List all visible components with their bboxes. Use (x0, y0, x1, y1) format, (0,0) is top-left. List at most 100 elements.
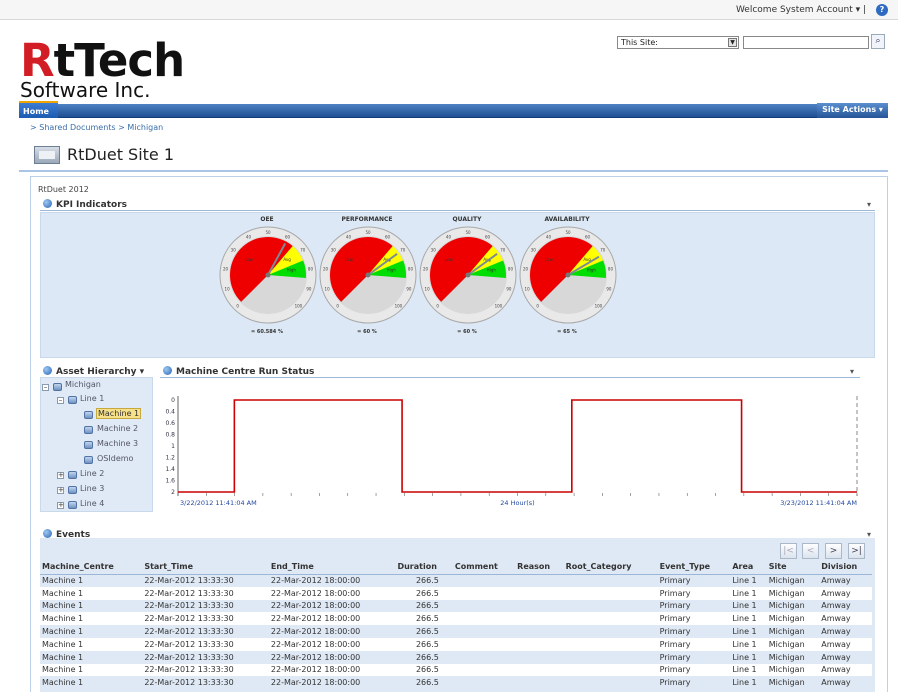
site-actions-menu[interactable]: Site Actions ▾ (817, 103, 888, 118)
database-icon (68, 396, 77, 404)
table-cell (452, 612, 516, 626)
tree-collapse-line1[interactable]: – (57, 397, 64, 404)
x-axis-label: 3/22/2012 11:41:04 AM (180, 499, 257, 507)
table-cell (564, 625, 658, 638)
table-row[interactable]: Machine 1 22-Mar-2012 13:33:30 22-Mar-2012… (40, 600, 872, 613)
table-row[interactable]: Machine 1 22-Mar-2012 13:33:30 22-Mar-2012… (40, 663, 872, 677)
column-header[interactable]: Start_Time (142, 560, 269, 575)
gauge-zone-label: Low (445, 257, 454, 262)
tree-node-osidemo[interactable]: OSIdemo (97, 454, 133, 463)
table-cell (563, 586, 658, 600)
gauge-tick-label: 40 (346, 235, 352, 240)
gauge-tick-label: 80 (608, 266, 614, 271)
tree-expand-line2[interactable]: + (57, 472, 64, 479)
table-cell (564, 600, 658, 613)
gauge-tick-label: 10 (225, 286, 231, 291)
gauge-hub (465, 272, 471, 278)
column-header[interactable]: Event_Type (657, 560, 731, 575)
table-cell: 266.5 (395, 612, 453, 626)
gauge-tick-label: 40 (246, 235, 252, 240)
tree-node-machine-1[interactable]: Machine 1 (96, 408, 142, 419)
tree-expand-line4[interactable]: + (57, 502, 64, 509)
y-tick-label: 1 (171, 443, 175, 450)
table-cell: Machine 1 (42, 627, 84, 637)
column-header[interactable]: Duration (395, 560, 453, 575)
table-cell: 22-Mar-2012 18:00:00 (270, 678, 361, 688)
table-row[interactable]: Machine 1 22-Mar-2012 13:33:30 22-Mar-2012… (40, 625, 872, 638)
run-status-menu[interactable]: ▾ (850, 367, 854, 376)
asset-tree-menu[interactable]: ▾ (140, 367, 145, 377)
gauge-tick-label: 30 (531, 248, 537, 253)
table-cell: Line 1 (730, 586, 767, 600)
tree-node-line2[interactable]: Line 2 (80, 469, 104, 478)
column-header[interactable]: End_Time (268, 560, 396, 575)
gauge-tick-label: 100 (595, 303, 603, 308)
column-header[interactable]: Area (730, 560, 767, 575)
table-cell: Michigan (766, 663, 820, 677)
table-cell (515, 637, 564, 651)
gauge-label: PERFORMANCE (341, 216, 393, 223)
tree-collapse-michigan[interactable]: – (42, 384, 49, 391)
tree-node-michigan[interactable]: Michigan (65, 380, 101, 389)
search-input[interactable] (743, 36, 869, 49)
gauge-zone-label: Low (545, 257, 554, 262)
pager-last-button[interactable]: >| (848, 543, 865, 559)
database-icon (84, 441, 93, 449)
search-scope-select[interactable]: This Site: ▼ (617, 36, 739, 49)
gauge-tick-label: 20 (223, 266, 229, 271)
tree-node-machine-3[interactable]: Machine 3 (97, 439, 138, 448)
kpi-webpart-menu[interactable]: ▾ (867, 200, 871, 209)
table-row[interactable]: Machine 1 22-Mar-2012 13:33:30 22-Mar-2012… (40, 651, 872, 664)
table-cell: 266.5 (415, 601, 439, 611)
gauge-tick-label: 60 (485, 235, 491, 240)
gauge-tick-label: 10 (525, 286, 531, 291)
pager-prev-button[interactable]: < (802, 543, 819, 559)
kpi-title-text: KPI Indicators (56, 200, 128, 210)
pager-first-button[interactable]: |< (780, 543, 797, 559)
column-header[interactable]: Division (819, 560, 872, 575)
gauge-tick-label: 20 (423, 266, 429, 271)
column-header[interactable]: Reason (515, 560, 564, 575)
gauge-tick-label: 90 (406, 286, 412, 291)
table-cell (563, 663, 658, 677)
table-cell (452, 586, 516, 600)
top-bar: Welcome System Account ▾ | ? (0, 0, 898, 20)
search-icon[interactable]: ⌕ (871, 34, 885, 49)
column-header[interactable]: Site (766, 560, 820, 575)
gauge-zone-label: High (487, 267, 497, 272)
help-icon[interactable]: ? (876, 4, 888, 16)
gauge-tick-label: 80 (308, 266, 314, 271)
breadcrumb[interactable]: > Shared Documents > Michigan (30, 123, 163, 132)
table-cell: 266.5 (415, 627, 439, 637)
gauge-hub (565, 272, 571, 278)
tree-node-line4[interactable]: Line 4 (80, 499, 104, 508)
gauge-tick-label: 0 (336, 303, 339, 308)
table-row[interactable]: Machine 1 22-Mar-2012 13:33:30 22-Mar-2012… (40, 612, 872, 626)
table-cell (563, 612, 658, 626)
table-cell: Machine 1 (40, 637, 143, 651)
gauge-tick-label: 50 (465, 230, 471, 235)
table-row[interactable]: Machine 1 22-Mar-2012 13:33:30 22-Mar-2012… (40, 676, 872, 689)
table-cell: Amway (819, 637, 872, 651)
tree-node-line1[interactable]: Line 1 (80, 394, 104, 403)
x-axis-label: 3/23/2012 11:41:04 AM (780, 499, 857, 507)
gauge-tick-label: 10 (325, 286, 331, 291)
tree-node-line3[interactable]: Line 3 (80, 484, 104, 493)
gauge-label: AVAILABILITY (544, 216, 590, 223)
kpi-gauges: 0102030405060708090100Low AvgHigh01020304… (219, 226, 617, 324)
gauge-tick-label: 100 (295, 303, 303, 308)
column-header[interactable]: Comment (452, 560, 516, 575)
table-cell: Machine 1 (42, 678, 84, 688)
welcome-menu[interactable]: Welcome System Account ▾ | (736, 5, 866, 15)
table-row[interactable]: Machine 1 22-Mar-2012 13:33:30 22-Mar-2012… (40, 574, 872, 587)
table-cell: Line 1 (730, 612, 767, 626)
tree-node-machine-2[interactable]: Machine 2 (97, 424, 138, 433)
table-cell: 22-Mar-2012 13:33:30 (144, 652, 234, 662)
tab-home[interactable]: Home (19, 101, 58, 118)
column-header[interactable]: Root_Category (563, 560, 658, 575)
pager-next-button[interactable]: > (825, 543, 842, 559)
table-row[interactable]: Machine 1 22-Mar-2012 13:33:30 22-Mar-2012… (40, 586, 872, 600)
column-header[interactable]: Machine_Centre (40, 560, 143, 575)
table-row[interactable]: Machine 1 22-Mar-2012 13:33:30 22-Mar-2012… (40, 637, 872, 651)
tree-expand-line3[interactable]: + (57, 487, 64, 494)
